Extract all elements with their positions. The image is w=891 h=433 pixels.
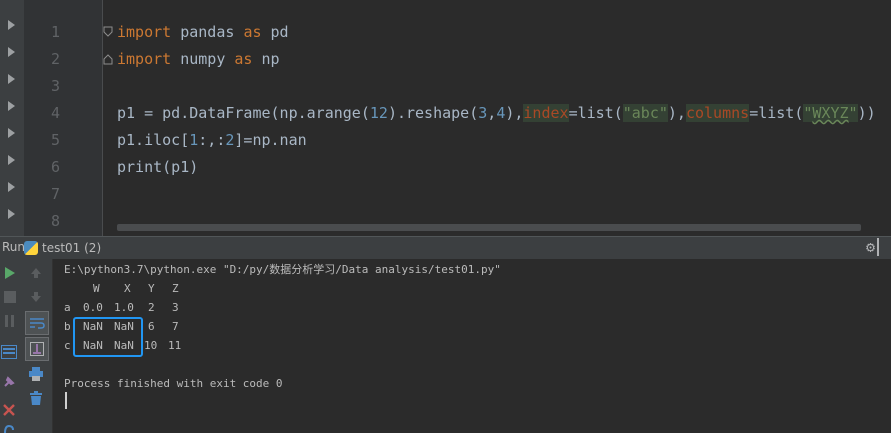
code-token: :,:: [198, 131, 226, 149]
collapse-arrow-icon[interactable]: [8, 155, 15, 165]
code-token: pandas: [171, 23, 244, 41]
line-number: 2: [50, 50, 60, 68]
run-tool-window-header: Run test01 (2) ⚙: [0, 236, 891, 260]
collapse-arrow-icon[interactable]: [8, 20, 15, 30]
rerun-icon[interactable]: [2, 265, 18, 281]
code-line-5[interactable]: p1.iloc[1:,:2]=np.nan: [117, 127, 307, 154]
df-column-header: Y: [148, 282, 155, 295]
df-cell: 0.0: [83, 301, 103, 314]
restore-layout-icon[interactable]: [0, 343, 18, 361]
code-token: np: [252, 50, 280, 68]
pause-icon[interactable]: [2, 313, 18, 329]
run-tab[interactable]: test01 (2): [24, 239, 101, 257]
console-input-caret[interactable]: [65, 392, 67, 409]
scroll-up-icon[interactable]: [27, 265, 45, 281]
console-command-line: E:\python3.7\python.exe "D:/py/数据分析学习/Da…: [64, 263, 501, 276]
line-number: 3: [50, 77, 60, 95]
nan-highlight-box: [73, 317, 143, 357]
code-token: ": [848, 104, 858, 122]
code-token: 1: [189, 131, 199, 149]
line-number: 4: [50, 104, 60, 122]
df-row-index: c: [64, 339, 71, 352]
run-tab-label: test01 (2): [42, 241, 102, 255]
code-token: ),: [505, 104, 524, 122]
df-cell: 1.0: [114, 301, 134, 314]
hide-panel-icon[interactable]: [877, 238, 889, 256]
code-line-1[interactable]: import pandas as pd: [117, 19, 289, 46]
df-cell: 10: [144, 339, 158, 352]
code-editor[interactable]: 1 2 3 4 5 6 7 8 import pandas as pd impo…: [0, 0, 891, 236]
line-number: 8: [50, 212, 60, 230]
df-column-header: W: [93, 282, 100, 295]
run-secondary-toolbar: [20, 259, 53, 433]
line-number: 1: [50, 23, 60, 41]
code-token: ),: [667, 104, 686, 122]
console-exit-message: Process finished with exit code 0: [64, 377, 283, 390]
collapse-arrow-icon[interactable]: [8, 101, 15, 111]
settings-gear-icon[interactable]: ⚙: [866, 238, 875, 256]
stop-icon[interactable]: [2, 289, 18, 305]
df-cell: 6: [148, 320, 155, 333]
scroll-to-end-icon[interactable]: [25, 337, 49, 361]
df-column-header: X: [124, 282, 131, 295]
code-token: pd: [261, 23, 289, 41]
code-token: WXYZ: [812, 104, 849, 122]
fold-start-icon[interactable]: [103, 26, 113, 38]
fold-end-icon[interactable]: [103, 53, 113, 65]
code-token: =list(: [749, 104, 804, 122]
collapse-arrow-icon[interactable]: [8, 47, 15, 57]
scroll-down-icon[interactable]: [27, 289, 45, 305]
line-number: 7: [50, 185, 60, 203]
code-token: import: [117, 23, 172, 41]
code-token: )): [857, 104, 876, 122]
code-token: ).reshape(: [387, 104, 479, 122]
code-token: print(p1): [117, 158, 199, 176]
df-cell: 2: [148, 301, 155, 314]
run-title: Run: [2, 240, 26, 254]
run-primary-toolbar: [0, 259, 20, 433]
code-token: p1.iloc[: [117, 131, 190, 149]
code-line-6[interactable]: print(p1): [117, 154, 198, 181]
pin-tab-icon[interactable]: [0, 373, 18, 391]
code-token: =list(: [568, 104, 623, 122]
collapse-arrow-icon[interactable]: [8, 209, 15, 219]
code-token: 4: [496, 104, 506, 122]
collapse-arrow-icon[interactable]: [8, 128, 15, 138]
code-token: import: [117, 50, 172, 68]
help-icon[interactable]: [0, 425, 18, 433]
code-token: ]=np.nan: [234, 131, 307, 149]
horizontal-scrollbar[interactable]: [117, 224, 861, 231]
df-cell: 7: [172, 320, 179, 333]
code-token: 3: [478, 104, 488, 122]
code-line-4[interactable]: p1 = pd.DataFrame(np.arange(12).reshape(…: [117, 100, 876, 127]
df-row-index: a: [64, 301, 71, 314]
close-run-icon[interactable]: [0, 401, 18, 419]
python-icon: [24, 241, 38, 255]
df-cell: 3: [172, 301, 179, 314]
df-cell: 11: [168, 339, 182, 352]
code-line-2[interactable]: import numpy as np: [117, 46, 280, 73]
df-row-index: b: [64, 320, 71, 333]
code-token: index: [523, 104, 569, 122]
collapse-arrow-icon[interactable]: [8, 74, 15, 84]
code-token: columns: [685, 104, 750, 122]
code-token: "abc": [622, 104, 668, 122]
df-column-header: Z: [172, 282, 179, 295]
code-token: p1 = pd.DataFrame(np.arange(: [117, 104, 370, 122]
code-token: 12: [369, 104, 388, 122]
line-number: 6: [50, 158, 60, 176]
code-token: ,: [487, 104, 497, 122]
collapse-arrow-icon[interactable]: [8, 182, 15, 192]
print-icon[interactable]: [27, 365, 45, 383]
left-tool-strip: [0, 0, 24, 236]
code-token: as: [234, 50, 253, 68]
line-number: 5: [50, 131, 60, 149]
code-token: as: [243, 23, 262, 41]
soft-wrap-icon[interactable]: [25, 311, 49, 335]
code-token: numpy: [171, 50, 235, 68]
clear-all-icon[interactable]: [27, 389, 45, 407]
